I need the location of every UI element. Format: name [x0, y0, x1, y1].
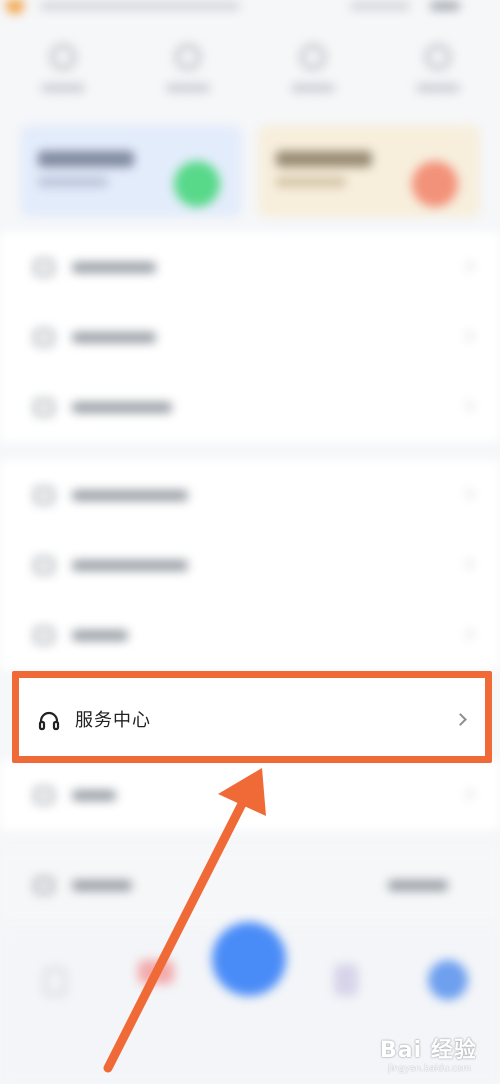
menu-row-label — [72, 790, 116, 801]
chevron-right-icon — [462, 558, 474, 570]
quick-action-label — [415, 84, 460, 92]
quick-action-3[interactable] — [278, 40, 348, 110]
menu-group-4 — [0, 850, 500, 920]
menu-row-icon — [34, 877, 54, 894]
red-tab-icon[interactable] — [138, 960, 174, 984]
menu-row[interactable] — [0, 760, 500, 830]
quick-action-icon — [174, 44, 201, 70]
menu-row-label — [72, 560, 188, 571]
baidu-watermark: Bai 经验 jingyan.baidu.com — [380, 1030, 500, 1080]
status-bar — [0, 0, 500, 22]
menu-row-label — [72, 630, 128, 641]
menu-row[interactable] — [0, 302, 500, 372]
chevron-right-icon — [462, 628, 474, 640]
menu-row-value — [388, 880, 448, 891]
quick-action-4[interactable] — [403, 40, 473, 110]
menu-row-icon — [34, 627, 54, 644]
promo-card-illustration — [412, 161, 458, 207]
chevron-right-icon — [454, 713, 467, 726]
menu-group-3 — [0, 760, 500, 830]
menu-row[interactable] — [0, 372, 500, 442]
chevron-right-icon — [462, 488, 474, 500]
promo-cards — [20, 125, 480, 217]
tab-icon[interactable] — [334, 964, 358, 996]
menu-row-icon — [34, 487, 54, 504]
promo-card-right[interactable] — [258, 125, 480, 217]
chevron-right-icon — [462, 330, 474, 342]
menu-row-icon — [34, 329, 54, 346]
profile-tab-icon[interactable] — [428, 960, 468, 1000]
promo-card-left[interactable] — [20, 125, 242, 217]
chevron-right-icon — [462, 400, 474, 412]
menu-row-icon — [34, 259, 54, 276]
service-center-row[interactable]: 服务中心 — [12, 671, 492, 763]
quick-actions-row — [0, 40, 500, 110]
menu-group-2 — [0, 460, 500, 670]
home-tab-icon[interactable] — [44, 968, 66, 996]
menu-group-1 — [0, 232, 500, 442]
quick-action-icon — [299, 44, 326, 70]
menu-row[interactable] — [0, 232, 500, 302]
menu-row[interactable] — [0, 530, 500, 600]
promo-card-title — [38, 151, 134, 167]
quick-action-label — [165, 84, 210, 92]
quick-action-1[interactable] — [28, 40, 98, 110]
quick-action-label — [290, 84, 335, 92]
feedback-icon — [34, 787, 54, 804]
service-center-label: 服务中心 — [75, 710, 151, 731]
battery-icon — [430, 2, 460, 10]
menu-row[interactable] — [0, 850, 500, 920]
chevron-right-icon — [462, 788, 474, 800]
menu-row[interactable] — [0, 600, 500, 670]
quick-action-icon — [424, 44, 451, 70]
watermark-brand: Bai 经验 — [380, 1038, 477, 1063]
quick-action-label — [40, 84, 85, 92]
menu-row[interactable] — [0, 460, 500, 530]
menu-row-label — [72, 490, 188, 501]
status-text-blur — [40, 2, 240, 10]
promo-card-subtitle — [276, 177, 346, 187]
menu-row-label — [72, 880, 132, 891]
promo-card-title — [276, 151, 372, 167]
menu-row-icon — [34, 557, 54, 574]
chevron-right-icon — [462, 260, 474, 272]
center-action-button[interactable] — [212, 922, 286, 996]
status-signal-blur — [350, 2, 410, 10]
quick-action-icon — [49, 44, 76, 70]
promo-card-illustration — [174, 161, 220, 207]
quick-action-2[interactable] — [153, 40, 223, 110]
headset-icon — [38, 711, 60, 731]
menu-row-label — [72, 332, 156, 343]
menu-row-label — [72, 262, 156, 273]
promo-card-subtitle — [38, 177, 108, 187]
menu-row-label — [72, 402, 172, 413]
watermark-url: jingyan.baidu.com — [388, 1064, 472, 1074]
status-indicator — [6, 0, 24, 14]
menu-row-icon — [34, 399, 54, 416]
